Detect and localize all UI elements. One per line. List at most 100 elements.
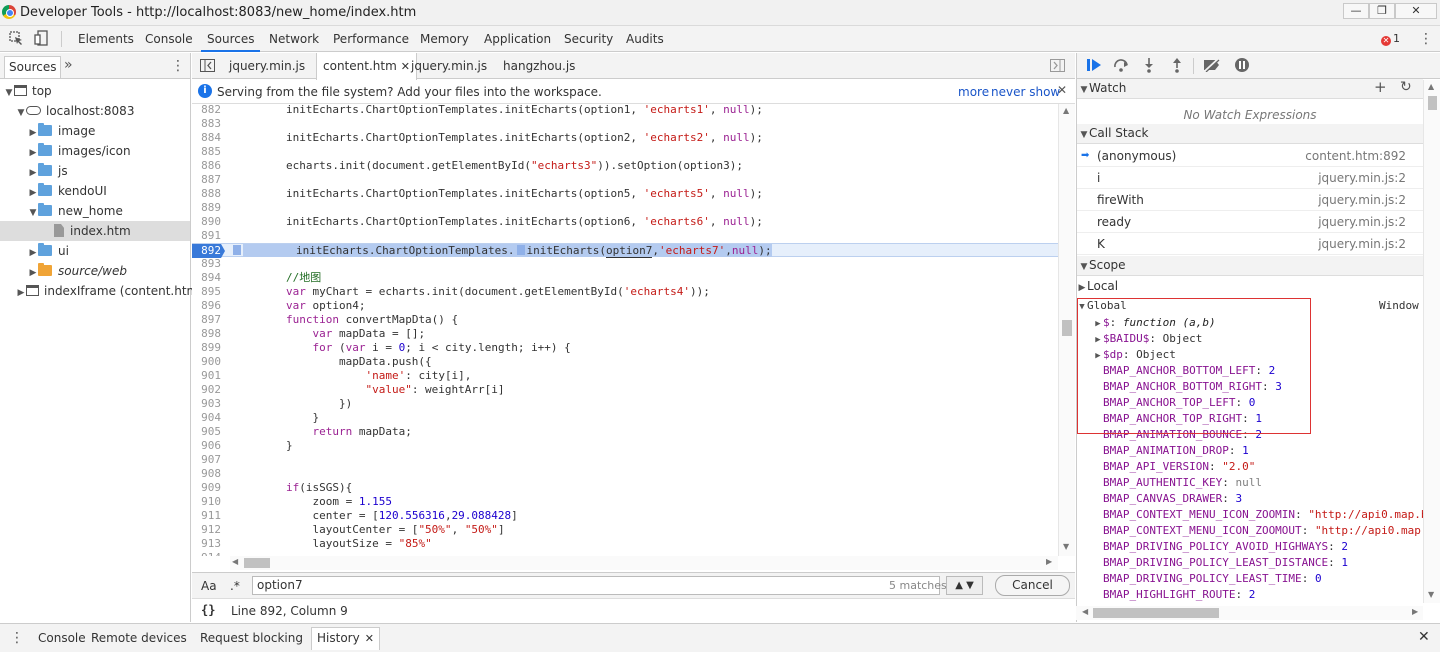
tab-sources[interactable]: Sources xyxy=(200,32,262,52)
code-line[interactable]: 884 initEcharts.ChartOptionTemplates.ini… xyxy=(192,131,1058,145)
step-over-icon[interactable] xyxy=(1113,58,1129,72)
line-number[interactable]: 884 xyxy=(192,131,225,145)
line-number[interactable]: 897 xyxy=(192,313,225,327)
code-line[interactable]: 910 zoom = 1.155 xyxy=(192,495,1058,509)
code-line[interactable]: 903 }) xyxy=(192,397,1058,411)
line-number[interactable]: 905 xyxy=(192,425,225,439)
resume-icon[interactable] xyxy=(1086,58,1102,72)
drawer-tab-request-blocking[interactable]: Request blocking xyxy=(200,631,303,645)
tab-memory[interactable]: Memory xyxy=(420,32,469,46)
expand-triangle-icon[interactable]: ▶ xyxy=(28,143,38,163)
pretty-print-icon[interactable]: {} xyxy=(201,603,215,617)
infobar-more-link[interactable]: more xyxy=(958,85,989,99)
add-watch-icon[interactable]: + xyxy=(1374,78,1387,97)
callstack-frame[interactable]: ready jquery.min.js:2 xyxy=(1077,211,1423,233)
tree-item[interactable]: index.htm xyxy=(0,221,190,241)
navigator-tab-sources[interactable]: Sources xyxy=(4,56,62,78)
chevron-up-icon[interactable]: ▲ xyxy=(955,580,963,591)
scroll-left-arrow-icon[interactable]: ◀ xyxy=(1082,607,1088,616)
scroll-down-arrow-icon[interactable]: ▼ xyxy=(1063,542,1069,551)
code-line[interactable]: 895 var myChart = echarts.init(document.… xyxy=(192,285,1058,299)
editor-tab[interactable]: hangzhou.js xyxy=(497,53,581,79)
line-number[interactable]: 898 xyxy=(192,327,225,341)
global-property[interactable]: BMAP_API_VERSION: "2.0" xyxy=(1077,459,1437,475)
callstack-location[interactable]: jquery.min.js:2 xyxy=(1318,189,1406,211)
close-window-button[interactable]: ✕ xyxy=(1395,3,1437,19)
scope-section-header[interactable]: ▼ Scope xyxy=(1077,256,1423,276)
debugger-vertical-scrollbar[interactable]: ▲ ▼ xyxy=(1423,80,1440,603)
toggle-navigator-icon[interactable] xyxy=(200,59,215,72)
code-line[interactable]: 893 xyxy=(192,257,1058,271)
tree-item[interactable]: ▶ js xyxy=(0,161,190,181)
line-number[interactable]: 910 xyxy=(192,495,225,509)
toggle-debugger-icon[interactable] xyxy=(1050,59,1065,72)
editor-tab[interactable]: jquery.min.js xyxy=(405,53,493,79)
debugger-horizontal-scrollbar[interactable]: ◀ ▶ xyxy=(1076,606,1423,620)
code-line[interactable]: 912 layoutCenter = ["50%", "50%"] xyxy=(192,523,1058,537)
tree-item[interactable]: ▼ localhost:8083 xyxy=(0,101,190,121)
code-editor[interactable]: 882 initEcharts.ChartOptionTemplates.ini… xyxy=(192,104,1058,556)
device-toolbar-icon[interactable] xyxy=(34,30,50,46)
editor-hscroll-thumb[interactable] xyxy=(244,558,270,568)
regex-toggle[interactable]: .* xyxy=(230,579,240,593)
editor-vscroll-thumb[interactable] xyxy=(1062,320,1072,336)
code-line[interactable]: 900 mapData.push({ xyxy=(192,355,1058,369)
global-property[interactable]: BMAP_HIGHLIGHT_ROUTE: 2 xyxy=(1077,587,1437,603)
code-line[interactable]: 887 xyxy=(192,173,1058,187)
callstack-section-header[interactable]: ▼ Call Stack xyxy=(1077,124,1423,144)
more-tabs-icon[interactable]: » xyxy=(64,57,73,73)
expand-triangle-icon[interactable]: ▶ xyxy=(28,183,38,203)
callstack-location[interactable]: jquery.min.js:2 xyxy=(1318,233,1406,255)
line-number[interactable]: 883 xyxy=(192,117,225,131)
scope-local[interactable]: ▶ Local xyxy=(1077,278,1437,294)
code-line[interactable]: 906 } xyxy=(192,439,1058,453)
line-number[interactable]: 903 xyxy=(192,397,225,411)
code-line[interactable]: 888 initEcharts.ChartOptionTemplates.ini… xyxy=(192,187,1058,201)
line-number[interactable]: 895 xyxy=(192,285,225,299)
step-out-icon[interactable] xyxy=(1171,57,1183,73)
expand-triangle-icon[interactable]: ▶ xyxy=(28,243,38,263)
callstack-location[interactable]: content.htm:892 xyxy=(1305,145,1406,167)
navigator-menu-icon[interactable]: ⋮ xyxy=(171,59,185,73)
scroll-left-arrow-icon[interactable]: ◀ xyxy=(232,557,238,566)
tab-security[interactable]: Security xyxy=(564,32,613,46)
code-line[interactable]: 898 var mapData = []; xyxy=(192,327,1058,341)
callstack-location[interactable]: jquery.min.js:2 xyxy=(1318,211,1406,233)
match-case-toggle[interactable]: Aa xyxy=(201,579,217,593)
code-line[interactable]: 890 initEcharts.ChartOptionTemplates.ini… xyxy=(192,215,1058,229)
scroll-up-arrow-icon[interactable]: ▲ xyxy=(1063,106,1069,115)
global-property[interactable]: BMAP_AUTHENTIC_KEY: null xyxy=(1077,475,1437,491)
restore-button[interactable]: ❐ xyxy=(1369,3,1395,19)
editor-horizontal-scrollbar[interactable]: ◀ ▶ xyxy=(230,556,1058,570)
tab-elements[interactable]: Elements xyxy=(78,32,134,46)
close-drawer-icon[interactable]: ✕ xyxy=(1418,629,1430,645)
expand-triangle-icon[interactable]: ▶ xyxy=(28,163,38,183)
code-line[interactable]: 899 for (var i = 0; i < city.length; i++… xyxy=(192,341,1058,355)
line-number[interactable]: 899 xyxy=(192,341,225,355)
line-number[interactable]: 901 xyxy=(192,369,225,383)
tree-item[interactable]: ▼ new_home xyxy=(0,201,190,221)
customize-menu-icon[interactable]: ⋮ xyxy=(1419,32,1433,46)
global-property[interactable]: BMAP_CANVAS_DRAWER: 3 xyxy=(1077,491,1437,507)
code-line[interactable]: 901 'name': city[i], xyxy=(192,369,1058,383)
code-line[interactable]: 883 xyxy=(192,117,1058,131)
search-input[interactable]: option7 xyxy=(252,576,940,595)
line-number[interactable]: 914 xyxy=(192,551,225,556)
global-property[interactable]: BMAP_ANIMATION_DROP: 1 xyxy=(1077,443,1437,459)
scroll-down-arrow-icon[interactable]: ▼ xyxy=(1428,590,1434,599)
debugger-hscroll-thumb[interactable] xyxy=(1093,608,1219,618)
tab-audits[interactable]: Audits xyxy=(626,32,664,46)
line-number[interactable]: 908 xyxy=(192,467,225,481)
deactivate-breakpoints-icon[interactable] xyxy=(1203,58,1221,72)
minimize-button[interactable]: — xyxy=(1343,3,1369,19)
line-number[interactable]: 904 xyxy=(192,411,225,425)
scroll-right-arrow-icon[interactable]: ▶ xyxy=(1046,557,1052,566)
editor-tab[interactable]: jquery.min.js xyxy=(223,53,311,79)
code-line[interactable]: 889 xyxy=(192,201,1058,215)
code-line[interactable]: 897 function convertMapDta() { xyxy=(192,313,1058,327)
drawer-tab-console[interactable]: Console xyxy=(38,631,86,645)
expand-triangle-icon[interactable]: ▶ xyxy=(16,283,26,303)
callstack-frame[interactable]: Kjquery.min.js:2 xyxy=(1077,233,1423,255)
search-prev-next-buttons[interactable]: ▲ ▼ xyxy=(946,576,983,595)
line-number[interactable]: 882 xyxy=(192,104,225,117)
